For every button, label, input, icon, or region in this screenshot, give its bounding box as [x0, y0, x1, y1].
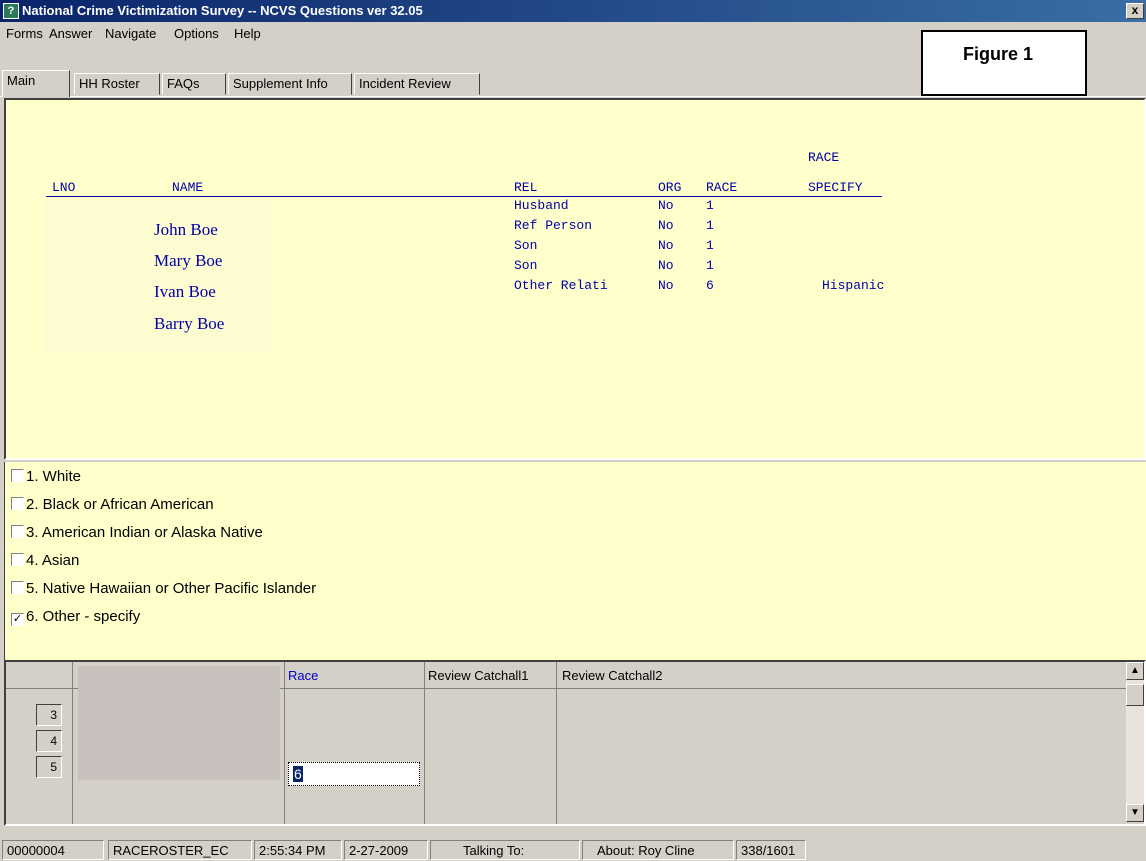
option-label: 1. White: [26, 468, 82, 485]
status-time: 2:55:34 PM: [254, 840, 342, 860]
roster-org: No: [658, 238, 674, 253]
grid-col-divider: [424, 662, 425, 824]
header-race-specify-2: SPECIFY: [808, 180, 863, 195]
header-rel: REL: [514, 180, 538, 195]
header-name: NAME: [172, 180, 204, 195]
status-case-id: 00000004: [2, 840, 104, 860]
tab-faqs[interactable]: FAQs: [162, 73, 226, 95]
app-icon: ?: [3, 3, 19, 19]
header-race: RACE: [706, 180, 738, 195]
menu-help[interactable]: Help: [234, 26, 261, 41]
roster-race: 6: [706, 278, 714, 293]
roster-org: No: [658, 198, 674, 213]
menu-answer[interactable]: Answer: [49, 26, 92, 41]
scroll-down-icon[interactable]: ▼: [1126, 804, 1144, 822]
header-race-specify-1: RACE: [808, 150, 840, 165]
roster-race: 1: [706, 258, 714, 273]
header-org: ORG: [658, 180, 682, 195]
option-label: 3. American Indian or Alaska Native: [26, 524, 263, 541]
tab-supplement-info[interactable]: Supplement Info: [228, 73, 352, 95]
figure-label: Figure 1: [963, 44, 1034, 64]
option-white[interactable]: 1. White: [11, 468, 81, 488]
checkbox[interactable]: [11, 525, 24, 538]
grid-row-number[interactable]: 5: [36, 756, 62, 778]
option-label: 2. Black or African American: [26, 496, 214, 513]
names-column: John Boe Mary Boe Ivan Boe Barry Boe: [44, 200, 272, 352]
roster-rel: Son: [514, 238, 538, 253]
roster-name: John Boe: [154, 220, 218, 239]
checkbox[interactable]: [11, 581, 24, 594]
roster-org: No: [658, 218, 674, 233]
roster-rel: Other Relati: [514, 278, 608, 293]
roster-panel: RACE LNO NAME REL ORG RACE SPECIFY John …: [4, 98, 1146, 460]
grid-row-number[interactable]: 3: [36, 704, 62, 726]
roster-rel: Husband: [514, 198, 569, 213]
title-bar: ? National Crime Victimization Survey --…: [0, 0, 1146, 22]
roster-name: Ivan Boe: [154, 282, 216, 301]
roster-race-specify: Hispanic: [822, 278, 885, 293]
option-other-specify[interactable]: ✓ 6. Other - specify: [11, 608, 140, 628]
tab-incident-review[interactable]: Incident Review: [354, 73, 480, 95]
tab-main[interactable]: Main: [2, 70, 70, 97]
answer-grid: Race Review Catchall1 Review Catchall2 3…: [4, 660, 1146, 826]
grid-row-number[interactable]: 4: [36, 730, 62, 752]
race-input[interactable]: 6: [288, 762, 420, 786]
option-black[interactable]: 2. Black or African American: [11, 496, 214, 516]
roster-org: No: [658, 278, 674, 293]
grid-header-catchall2[interactable]: Review Catchall2: [562, 668, 662, 683]
roster-race: 1: [706, 198, 714, 213]
checkbox[interactable]: [11, 497, 24, 510]
roster-name: Barry Boe: [154, 314, 225, 333]
menu-navigate[interactable]: Navigate: [105, 26, 156, 41]
race-input-value: 6: [293, 766, 303, 782]
status-talking-to: Talking To:: [430, 840, 580, 860]
status-progress: 338/1601: [736, 840, 806, 860]
option-asian[interactable]: 4. Asian: [11, 552, 79, 572]
grid-col-divider: [72, 662, 73, 824]
scroll-thumb[interactable]: [1126, 684, 1144, 706]
roster-rel: Ref Person: [514, 218, 593, 233]
close-button[interactable]: x: [1126, 3, 1144, 19]
option-american-indian[interactable]: 3. American Indian or Alaska Native: [11, 524, 263, 544]
header-lno: LNO: [52, 180, 76, 195]
status-field-name: RACEROSTER_EC: [108, 840, 252, 860]
option-label: 4. Asian: [26, 552, 80, 569]
grid-header-catchall1[interactable]: Review Catchall1: [428, 668, 528, 683]
status-about: About: Roy Cline: [582, 840, 734, 860]
option-label: 6. Other - specify: [26, 608, 141, 625]
scroll-up-icon[interactable]: ▲: [1126, 662, 1144, 680]
status-date: 2-27-2009: [344, 840, 428, 860]
status-bar: 00000004 RACEROSTER_EC 2:55:34 PM 2-27-2…: [0, 838, 1146, 861]
grid-col-divider: [556, 662, 557, 824]
checkbox-checked[interactable]: ✓: [11, 613, 24, 626]
checkbox[interactable]: [11, 469, 24, 482]
figure-label-box: Figure 1: [921, 30, 1087, 96]
grid-scrollbar[interactable]: ▲ ▼: [1126, 662, 1144, 822]
header-divider: [46, 196, 882, 197]
window-title: National Crime Victimization Survey -- N…: [22, 3, 423, 18]
roster-name: Mary Boe: [154, 251, 223, 270]
roster-org: No: [658, 258, 674, 273]
option-label: 5. Native Hawaiian or Other Pacific Isla…: [26, 580, 317, 597]
grid-shaded-cell: [78, 666, 280, 780]
menu-forms[interactable]: Forms: [6, 26, 43, 41]
option-native-hawaiian[interactable]: 5. Native Hawaiian or Other Pacific Isla…: [11, 580, 316, 600]
menu-options[interactable]: Options: [174, 26, 219, 41]
grid-col-divider: [284, 662, 285, 824]
roster-rel: Son: [514, 258, 538, 273]
answer-options: 1. White 2. Black or African American 3.…: [4, 462, 1146, 660]
tab-hh-roster[interactable]: HH Roster: [74, 73, 160, 95]
roster-race: 1: [706, 238, 714, 253]
checkbox[interactable]: [11, 553, 24, 566]
roster-race: 1: [706, 218, 714, 233]
grid-header-race[interactable]: Race: [288, 668, 318, 683]
